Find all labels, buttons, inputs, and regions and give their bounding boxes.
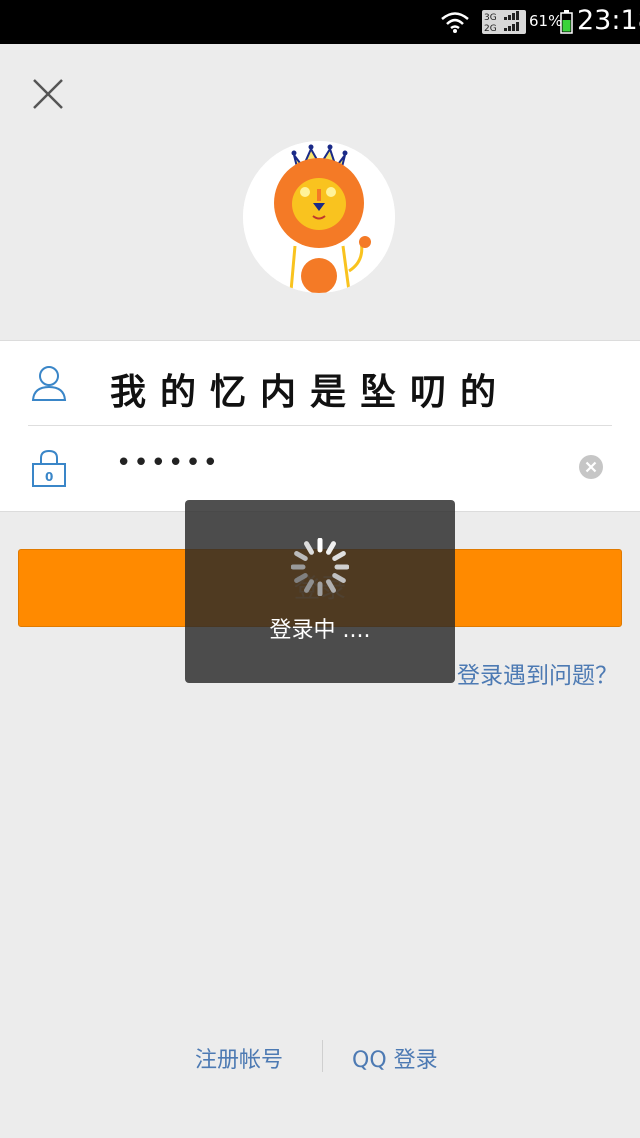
username-input[interactable]: 我的忆内是坠叨的 <box>110 363 510 415</box>
signal-icon: 3G 2G <box>482 10 526 34</box>
footer-divider <box>322 1040 323 1072</box>
battery-percent: 61% <box>529 12 563 30</box>
qq-login-link[interactable]: QQ 登录 <box>352 1042 438 1074</box>
footer-links: 注册帐号 QQ 登录 <box>0 1038 640 1074</box>
login-form: 我的忆内是坠叨的 0 •••••• <box>0 340 640 512</box>
lock-digit: 0 <box>45 470 53 484</box>
password-input[interactable]: •••••• <box>116 448 220 478</box>
wifi-icon <box>441 12 469 33</box>
spinner-icon <box>291 538 349 596</box>
network-label-top: 3G <box>484 13 497 23</box>
password-row[interactable]: 0 •••••• <box>0 426 640 511</box>
clear-icon[interactable] <box>578 454 604 480</box>
status-bar: 3G 2G 61% 23:18 <box>0 0 640 44</box>
loading-toast: 登录中 .... <box>185 500 455 683</box>
register-link[interactable]: 注册帐号 <box>195 1042 283 1074</box>
lion-avatar-icon <box>243 141 395 293</box>
username-row[interactable]: 我的忆内是坠叨的 <box>0 341 640 426</box>
close-icon[interactable] <box>28 74 68 114</box>
user-icon <box>31 366 67 401</box>
avatar <box>243 141 395 293</box>
loading-text: 登录中 .... <box>269 618 371 643</box>
battery-icon <box>560 10 573 34</box>
network-label-bottom: 2G <box>484 24 497 34</box>
clock: 23:18 <box>577 5 640 36</box>
lock-icon: 0 <box>32 449 66 487</box>
login-trouble-link[interactable]: 登录遇到问题？ <box>457 656 618 690</box>
